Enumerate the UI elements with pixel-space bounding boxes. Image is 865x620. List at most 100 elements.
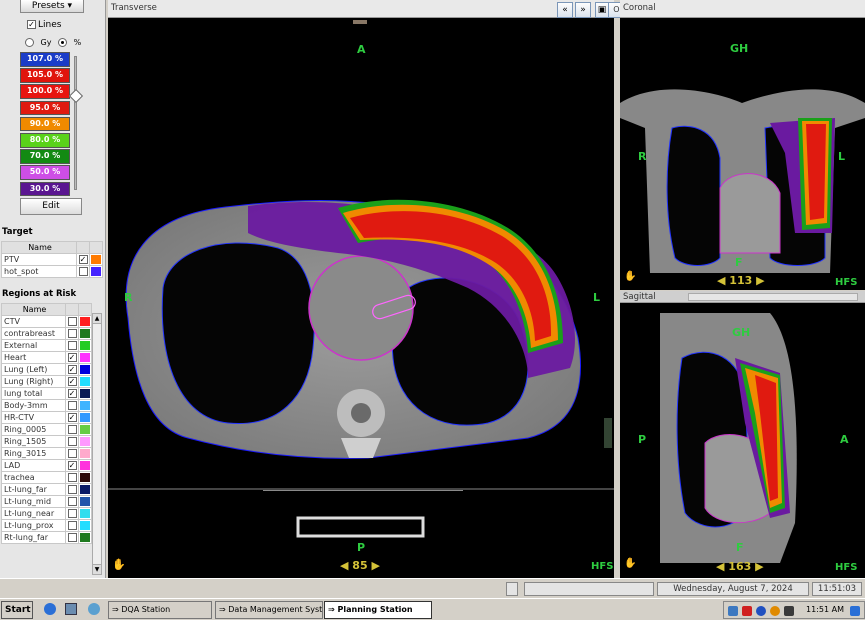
color-swatch[interactable] xyxy=(91,266,101,276)
color-swatch[interactable] xyxy=(80,472,90,482)
color-swatch[interactable] xyxy=(80,448,90,458)
visibility-checkbox[interactable] xyxy=(67,328,77,338)
edit-isodose-button[interactable]: Edit xyxy=(20,198,82,215)
roi-row[interactable]: Body-3mm xyxy=(1,398,92,412)
roi-row[interactable]: Ring_3015 xyxy=(1,446,92,460)
transverse-viewport[interactable]: A P R L ◀ 85 ▶ HFS ✋ xyxy=(108,18,614,578)
visibility-checkbox[interactable] xyxy=(67,484,77,494)
roi-row[interactable]: Ring_0005 xyxy=(1,422,92,436)
color-swatch[interactable] xyxy=(80,412,90,422)
roi-row[interactable]: contrabreast xyxy=(1,326,92,340)
color-swatch[interactable] xyxy=(80,460,90,470)
visibility-checkbox[interactable]: ✓ xyxy=(67,376,77,386)
visibility-checkbox[interactable] xyxy=(67,532,77,542)
isodose-level[interactable]: 90.0 % xyxy=(20,116,70,132)
target-row[interactable]: hot_spot xyxy=(1,264,103,278)
visibility-checkbox[interactable]: ✓ xyxy=(67,388,77,398)
tray-security-icon[interactable] xyxy=(756,606,766,616)
maximize-view-icon[interactable]: ▣ xyxy=(595,2,609,18)
color-swatch[interactable] xyxy=(80,532,90,542)
roi-row[interactable]: Lt-lung_near xyxy=(1,506,92,520)
visibility-checkbox[interactable]: ✓ xyxy=(67,412,77,422)
roi-row[interactable]: Lt-lung_prox xyxy=(1,518,92,532)
percent-radio[interactable] xyxy=(58,38,68,47)
color-swatch[interactable] xyxy=(80,436,90,446)
isodose-level[interactable]: 95.0 % xyxy=(20,100,70,116)
visibility-checkbox[interactable] xyxy=(78,266,88,276)
color-swatch[interactable] xyxy=(80,496,90,506)
task-planning-station[interactable]: ⇒ Planning Station xyxy=(324,601,432,619)
desktop-quicklaunch-icon[interactable] xyxy=(65,603,77,615)
hand-icon[interactable]: ✋ xyxy=(112,558,126,571)
roi-row[interactable]: External xyxy=(1,338,92,352)
visibility-checkbox[interactable] xyxy=(67,316,77,326)
visibility-checkbox[interactable] xyxy=(67,436,77,446)
coronal-viewport[interactable]: GH F R L ◀ 113 ▶ HFS ✋ xyxy=(620,18,865,290)
color-swatch[interactable] xyxy=(80,400,90,410)
lines-toggle[interactable]: ✓ Lines xyxy=(25,20,61,30)
roi-row[interactable]: Ring_1505 xyxy=(1,434,92,448)
color-swatch[interactable] xyxy=(80,364,90,374)
color-swatch[interactable] xyxy=(80,424,90,434)
isodose-level[interactable]: 105.0 % xyxy=(20,68,70,83)
scroll-up-icon[interactable]: ▲ xyxy=(93,314,101,324)
prev-slice-icon[interactable]: « xyxy=(557,2,573,18)
color-swatch[interactable] xyxy=(80,508,90,518)
gy-radio[interactable] xyxy=(25,38,34,47)
roi-row[interactable]: LAD ✓ xyxy=(1,458,92,472)
isodose-level[interactable]: 100.0 % xyxy=(20,84,70,99)
isodose-level[interactable]: 70.0 % xyxy=(20,149,70,164)
isodose-level[interactable]: 107.0 % xyxy=(20,52,70,67)
isodose-slider-handle[interactable] xyxy=(68,88,84,104)
tray-volume-icon[interactable] xyxy=(742,606,752,616)
next-slice-icon[interactable]: » xyxy=(575,2,591,18)
color-swatch[interactable] xyxy=(80,340,90,350)
visibility-checkbox[interactable] xyxy=(67,424,77,434)
browser-quicklaunch-icon[interactable] xyxy=(44,603,56,615)
coronal-hand-icon[interactable]: ✋ xyxy=(624,271,636,282)
lines-checkbox[interactable]: ✓ xyxy=(27,20,36,29)
visibility-checkbox[interactable] xyxy=(67,496,77,506)
roi-row[interactable]: Lung (Right) ✓ xyxy=(1,374,92,388)
visibility-checkbox[interactable]: ✓ xyxy=(67,352,77,362)
target-row[interactable]: PTV ✓ xyxy=(1,252,103,266)
color-swatch[interactable] xyxy=(80,352,90,362)
visibility-checkbox[interactable] xyxy=(67,508,77,518)
roi-row[interactable]: Rt-lung_far xyxy=(1,530,92,544)
network-quicklaunch-icon[interactable] xyxy=(88,603,100,615)
color-swatch[interactable] xyxy=(80,520,90,530)
roi-row[interactable]: Heart ✓ xyxy=(1,350,92,364)
presets-button[interactable]: Presets ▾ xyxy=(20,0,84,13)
tray-update-icon[interactable] xyxy=(770,606,780,616)
roi-row[interactable]: lung total ✓ xyxy=(1,386,92,400)
roi-row[interactable]: trachea xyxy=(1,470,92,484)
roi-row[interactable]: Lt-lung_mid xyxy=(1,494,92,508)
tray-display-icon[interactable] xyxy=(850,606,860,616)
isodose-level[interactable]: 80.0 % xyxy=(20,132,70,148)
visibility-checkbox[interactable]: ✓ xyxy=(78,254,88,264)
visibility-checkbox[interactable] xyxy=(67,400,77,410)
start-button[interactable]: Start xyxy=(1,601,33,619)
sagittal-viewport[interactable]: GH F P A ◀ 163 ▶ HFS ✋ xyxy=(620,303,865,578)
coronal-slice-indicator[interactable]: ◀ 113 ▶ xyxy=(717,274,765,287)
visibility-checkbox[interactable] xyxy=(67,472,77,482)
roi-row[interactable]: CTV xyxy=(1,314,92,328)
roi-row[interactable]: HR-CTV ✓ xyxy=(1,410,92,424)
sagittal-hand-icon[interactable]: ✋ xyxy=(624,558,636,569)
color-swatch[interactable] xyxy=(80,316,90,326)
visibility-checkbox[interactable] xyxy=(67,520,77,530)
visibility-checkbox[interactable] xyxy=(67,448,77,458)
transverse-slice-indicator[interactable]: ◀ 85 ▶ xyxy=(340,559,380,572)
visibility-checkbox[interactable]: ✓ xyxy=(67,460,77,470)
roi-scrollbar[interactable]: ▲ ▼ xyxy=(92,313,102,575)
tray-network-icon[interactable] xyxy=(784,606,794,616)
scroll-down-icon[interactable]: ▼ xyxy=(93,564,101,574)
isodose-slider-track[interactable] xyxy=(74,56,77,190)
visibility-checkbox[interactable] xyxy=(67,340,77,350)
task-data-management[interactable]: ⇒ Data Management Syste... xyxy=(215,601,323,619)
color-swatch[interactable] xyxy=(91,254,101,264)
isodose-level[interactable]: 30.0 % xyxy=(20,181,70,197)
visibility-checkbox[interactable]: ✓ xyxy=(67,364,77,374)
sagittal-slice-indicator[interactable]: ◀ 163 ▶ xyxy=(716,560,764,573)
tray-app-icon[interactable] xyxy=(728,606,738,616)
